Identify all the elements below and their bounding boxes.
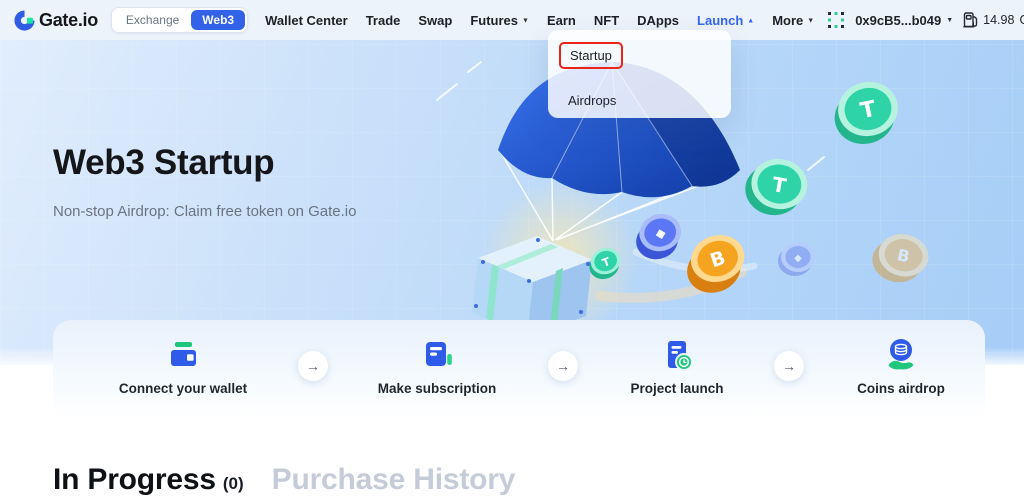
step-label: Coins airdrop: [857, 381, 945, 396]
step-make-subscription: Make subscription: [337, 337, 537, 396]
step-project-launch: Project launch: [577, 337, 777, 396]
subscription-icon: [419, 337, 455, 373]
step-arrow: →: [298, 351, 328, 381]
main-nav: Wallet Center Trade Swap Futures ▼ Earn …: [265, 13, 814, 28]
step-label: Project launch: [630, 381, 723, 396]
gas-unit: Gwei: [1019, 13, 1024, 27]
tab-in-progress-label: In Progress: [53, 463, 216, 497]
gas-price-dropdown[interactable]: 14.98 Gwei ▼: [963, 11, 1024, 29]
wallet-address: 0x9cB5...b049: [855, 13, 941, 28]
nav-item-dapps[interactable]: DApps: [637, 13, 679, 28]
wallet-identicon[interactable]: [827, 11, 845, 29]
nav-item-earn[interactable]: Earn: [547, 13, 576, 28]
menu-item-startup[interactable]: Startup: [559, 42, 623, 69]
step-arrow: →: [548, 351, 578, 381]
nav-item-wallet-center[interactable]: Wallet Center: [265, 13, 348, 28]
step-label: Make subscription: [378, 381, 497, 396]
nav-item-more[interactable]: More ▼: [772, 13, 814, 28]
page-title: Web3 Startup: [53, 143, 274, 183]
menu-item-airdrops[interactable]: Airdrops: [568, 93, 616, 108]
launch-dropdown-menu: Startup Airdrops: [548, 30, 731, 118]
toggle-web3[interactable]: Web3: [191, 10, 245, 30]
tab-purchase-history[interactable]: Purchase History: [272, 463, 516, 497]
chevron-down-icon: ▼: [522, 17, 529, 24]
chevron-down-icon: ▼: [807, 17, 814, 24]
how-it-works-panel: Connect your wallet → Make subscription …: [53, 320, 985, 418]
toggle-exchange[interactable]: Exchange: [114, 13, 191, 27]
step-connect-wallet: Connect your wallet: [83, 337, 283, 396]
wallet-address-dropdown[interactable]: 0x9cB5...b049 ▼: [855, 13, 953, 28]
coins-airdrop-icon: [883, 337, 919, 373]
nav-item-trade[interactable]: Trade: [366, 13, 401, 28]
step-coins-airdrop: Coins airdrop: [801, 337, 1001, 396]
exchange-web3-toggle: Exchange Web3: [111, 7, 248, 33]
nav-item-nft[interactable]: NFT: [594, 13, 619, 28]
gateio-logo-icon: [13, 9, 36, 32]
step-label: Connect your wallet: [119, 381, 247, 396]
in-progress-count: (0): [223, 474, 244, 494]
gateio-logo[interactable]: Gate.io: [13, 9, 98, 32]
chevron-up-icon: ▲: [747, 17, 754, 24]
header-right-cluster: 0x9cB5...b049 ▼ 14.98 Gwei ▼: [827, 11, 1024, 29]
web3-startup-page: T T T ◆ B ◆: [0, 0, 1024, 504]
tab-in-progress[interactable]: In Progress (0): [53, 463, 244, 497]
project-launch-icon: [659, 337, 695, 373]
nav-item-swap[interactable]: Swap: [418, 13, 452, 28]
arrow-right-icon: →: [556, 358, 570, 374]
arrow-right-icon: →: [782, 358, 796, 374]
wallet-icon: [165, 337, 201, 373]
gas-value: 14.98: [983, 13, 1014, 27]
gas-pump-icon: [963, 11, 978, 29]
chevron-down-icon: ▼: [946, 17, 953, 24]
progress-tabs: In Progress (0) Purchase History: [53, 463, 515, 497]
nav-item-launch[interactable]: Launch ▲: [697, 13, 754, 28]
step-arrow: →: [774, 351, 804, 381]
top-nav-bar: Gate.io Exchange Web3 Wallet Center Trad…: [0, 0, 1024, 40]
nav-item-futures[interactable]: Futures ▼: [470, 13, 529, 28]
page-subtitle: Non-stop Airdrop: Claim free token on Ga…: [53, 203, 357, 220]
brand-name: Gate.io: [39, 10, 98, 31]
arrow-right-icon: →: [306, 358, 320, 374]
